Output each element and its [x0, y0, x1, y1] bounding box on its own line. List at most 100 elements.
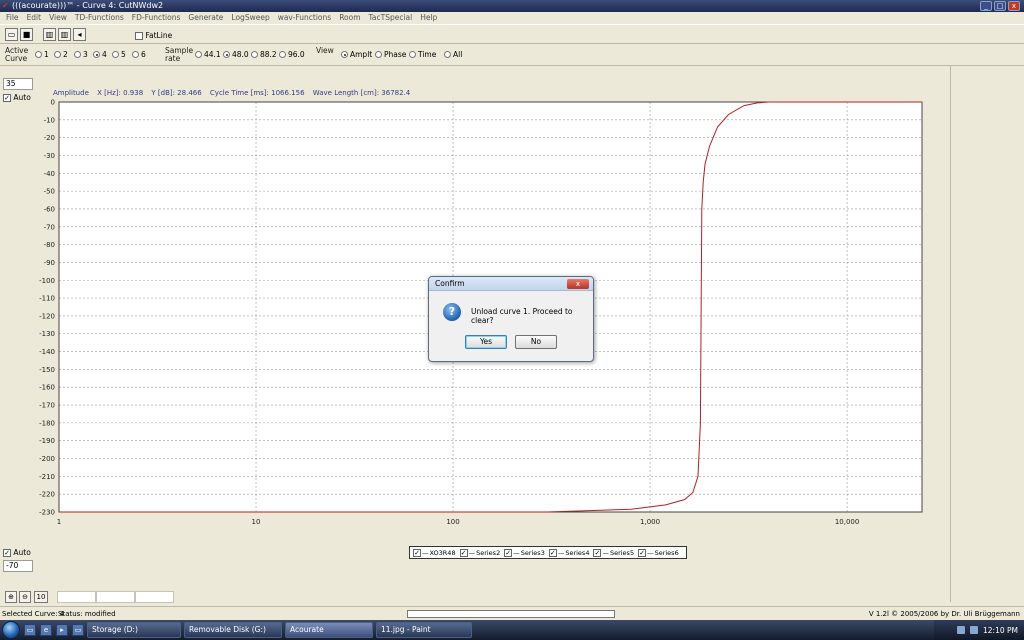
menu-view[interactable]: View [45, 12, 71, 24]
menu-room[interactable]: Room [335, 12, 364, 24]
speaker-icon[interactable]: ◂ [73, 28, 86, 41]
y-tick-label: -190 [39, 437, 55, 445]
modified-status: Status: modified [58, 610, 116, 618]
menu-tactspecial[interactable]: TacTSpecial [365, 12, 417, 24]
save-disk-icon[interactable]: ■ [20, 28, 33, 41]
y-tick-label: -120 [39, 312, 55, 320]
x-tick-label: 100 [446, 518, 459, 526]
media-icon[interactable]: ▸ [56, 624, 68, 636]
x-tick-label: 10 [252, 518, 261, 526]
no-button[interactable]: No [515, 335, 557, 349]
legend-checkbox[interactable]: ✓ [459, 548, 468, 557]
view-radio-amplt[interactable]: Amplt [341, 50, 372, 59]
toolbar: ▭ ■ ▥ ▥ ◂ FatLine [0, 24, 1024, 44]
show-desktop-icon[interactable]: ▭ [24, 624, 36, 636]
menu-td-functions[interactable]: TD-Functions [71, 12, 128, 24]
y-tick-label: -160 [39, 384, 55, 392]
rate-radio-88-2[interactable]: 88.2 [251, 50, 277, 59]
menu-file[interactable]: File [2, 12, 23, 24]
y-tick-label: -110 [39, 295, 55, 303]
task-storage[interactable]: Storage (D:) [87, 622, 181, 638]
tray-volume-icon[interactable] [970, 626, 978, 634]
menu-fd-functions[interactable]: FD-Functions [128, 12, 185, 24]
legend-item-series6[interactable]: ✓ — Series6 [638, 548, 679, 557]
menu-edit[interactable]: Edit [23, 12, 46, 24]
menu-wav-functions[interactable]: wav-Functions [274, 12, 335, 24]
trash-all-icon[interactable]: ▥ [58, 28, 71, 41]
zoom-ten-button[interactable]: 10 [34, 591, 48, 603]
y-tick-label: -200 [39, 455, 55, 463]
clock[interactable]: 12:10 PM [983, 626, 1018, 635]
question-icon: ? [443, 303, 461, 321]
auto-bottom-toggle[interactable]: ✓ Auto [3, 548, 31, 557]
legend-item-series4[interactable]: ✓ — Series4 [548, 548, 589, 557]
curve-radio-4[interactable]: 4 [93, 50, 107, 59]
zoom-field-1[interactable] [57, 591, 96, 603]
legend-item-series5[interactable]: ✓ — Series5 [593, 548, 634, 557]
start-button[interactable] [2, 621, 20, 639]
maximize-button[interactable]: □ [994, 1, 1006, 11]
legend-item-series2[interactable]: ✓ — Series2 [459, 548, 500, 557]
view-radio-phase[interactable]: Phase [375, 50, 406, 59]
zoom-field-3[interactable] [135, 591, 174, 603]
fatline-toggle[interactable]: FatLine [135, 31, 172, 40]
x-tick-label: 10,000 [835, 518, 860, 526]
window-title: (((acourate)))™ - Curve 4: CutNWdw2 [12, 1, 164, 10]
y-tick-label: -210 [39, 473, 55, 481]
rate-radio-48-0[interactable]: 48.0 [223, 50, 249, 59]
menu-help[interactable]: Help [416, 12, 441, 24]
fatline-checkbox[interactable] [135, 32, 143, 40]
ie-icon[interactable]: e [40, 624, 52, 636]
y-tick-label: -230 [39, 509, 55, 517]
legend-item-xo3r48[interactable]: ✓ — XO3R48 [413, 548, 456, 557]
legend-checkbox[interactable]: ✓ [504, 548, 513, 557]
close-button[interactable]: x [1008, 1, 1020, 11]
dialog-close-button[interactable]: x [567, 279, 589, 289]
y-min-input[interactable]: -70 [3, 560, 33, 572]
menu-generate[interactable]: Generate [184, 12, 227, 24]
active-curve-label: Active Curve [5, 46, 29, 63]
y-tick-label: -220 [39, 491, 55, 499]
zoom-field-2[interactable] [96, 591, 135, 603]
x-tick-label: 1,000 [640, 518, 660, 526]
curve-radio-6[interactable]: 6 [132, 50, 146, 59]
right-panel [950, 66, 1024, 602]
view-radio-time[interactable]: Time [409, 50, 436, 59]
legend-checkbox[interactable]: ✓ [413, 548, 421, 557]
zoom-out-icon[interactable]: ⊖ [19, 591, 31, 603]
y-tick-label: -10 [44, 116, 55, 124]
y-tick-label: -90 [44, 259, 55, 267]
legend-checkbox[interactable]: ✓ [638, 548, 647, 557]
legend-item-series3[interactable]: ✓ — Series3 [504, 548, 545, 557]
auto-bottom-checkbox[interactable]: ✓ [3, 549, 11, 557]
folder-icon[interactable]: ▭ [72, 624, 84, 636]
task-removable-disk[interactable]: Removable Disk (G:) [184, 622, 282, 638]
rate-radio-96-0[interactable]: 96.0 [279, 50, 305, 59]
menu-logsweep[interactable]: LogSweep [227, 12, 273, 24]
options-bar: Active Curve 1 2 3 4 5 6 Sample rate 44.… [0, 44, 1024, 66]
yes-button[interactable]: Yes [465, 335, 507, 349]
y-tick-label: -30 [44, 152, 55, 160]
trash-icon[interactable]: ▥ [43, 28, 56, 41]
y-tick-label: -130 [39, 330, 55, 338]
view-label: View [316, 46, 334, 55]
menu-bar: File Edit View TD-Functions FD-Functions… [0, 12, 1024, 24]
view-radio-all[interactable]: All [444, 50, 462, 59]
minimize-button[interactable]: _ [980, 1, 992, 11]
zoom-in-icon[interactable]: ⊕ [5, 591, 17, 603]
legend-checkbox[interactable]: ✓ [548, 548, 557, 557]
curve-radio-5[interactable]: 5 [112, 50, 126, 59]
sample-rate-label: Sample rate [165, 46, 194, 63]
y-tick-label: -60 [44, 205, 55, 213]
legend-checkbox[interactable]: ✓ [593, 548, 602, 557]
curve-radio-2[interactable]: 2 [54, 50, 68, 59]
curve-radio-1[interactable]: 1 [35, 50, 49, 59]
y-tick-label: -80 [44, 241, 55, 249]
curve-radio-3[interactable]: 3 [74, 50, 88, 59]
tray-network-icon[interactable] [957, 626, 965, 634]
confirm-dialog: Confirm x ? Unload curve 1. Proceed to c… [428, 276, 594, 362]
rate-radio-44-1[interactable]: 44.1 [195, 50, 221, 59]
open-folder-icon[interactable]: ▭ [5, 28, 18, 41]
task-paint[interactable]: 11.jpg - Paint [376, 622, 472, 638]
task-acourate[interactable]: Acourate [285, 622, 373, 638]
